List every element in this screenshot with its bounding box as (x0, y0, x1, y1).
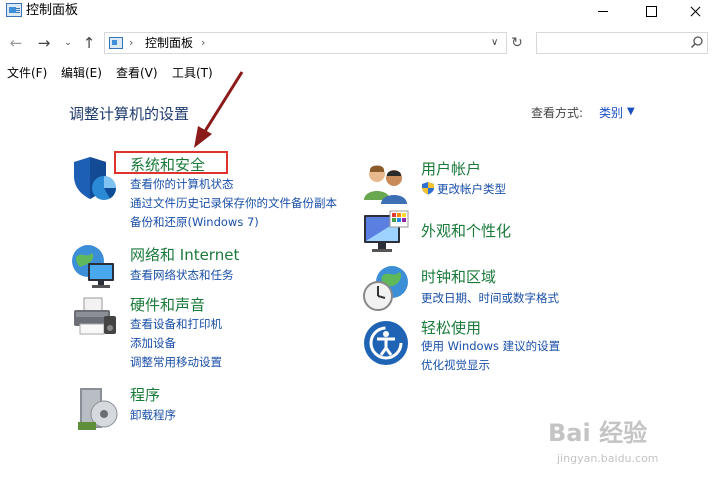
link-uninstall-program[interactable]: 卸载程序 (130, 408, 176, 423)
breadcrumb[interactable]: 控制面板 (145, 34, 193, 52)
link-change-date-time-format[interactable]: 更改日期、时间或数字格式 (421, 291, 559, 306)
refresh-icon[interactable]: ↻ (508, 32, 526, 54)
link-backup-restore[interactable]: 备份和还原(Windows 7) (130, 215, 259, 230)
title-bar: 控制面板 (0, 0, 718, 24)
category-user-accounts[interactable]: 用户帐户 (421, 159, 481, 179)
printer-icon[interactable] (70, 294, 118, 342)
users-icon[interactable] (362, 160, 410, 208)
watermark-url: jingyan.baidu.com (557, 452, 659, 465)
link-network-status[interactable]: 查看网络状态和任务 (130, 268, 234, 283)
baidu-jingyan-watermark-logo: Bai 经验 (548, 419, 648, 447)
chevron-right-icon[interactable]: › (201, 34, 205, 52)
link-mobility-settings[interactable]: 调整常用移动设置 (130, 355, 222, 370)
link-devices-printers[interactable]: 查看设备和打印机 (130, 317, 222, 332)
close-button[interactable] (672, 0, 718, 24)
chevron-right-icon[interactable]: › (129, 34, 133, 52)
menu-view[interactable]: 查看(V) (116, 64, 158, 82)
back-arrow-icon[interactable]: ← (6, 32, 26, 54)
programs-disc-icon[interactable] (74, 384, 122, 432)
window-title: 控制面板 (26, 3, 79, 18)
dropdown-arrow-icon[interactable]: ▼ (627, 104, 635, 120)
category-network-internet[interactable]: 网络和 Internet (130, 245, 239, 265)
clock-globe-icon[interactable] (362, 264, 410, 312)
shield-icon[interactable] (70, 154, 118, 202)
menu-file[interactable]: 文件(F) (7, 64, 47, 82)
annotation-arrow-icon (194, 71, 244, 148)
category-clock-region[interactable]: 时钟和区域 (421, 267, 496, 287)
up-arrow-icon[interactable]: ↑ (80, 32, 98, 54)
link-change-account-type[interactable]: 更改帐户类型 (437, 182, 506, 197)
category-programs[interactable]: 程序 (130, 385, 160, 405)
minimize-button[interactable] (580, 0, 626, 24)
link-view-computer-status[interactable]: 查看你的计算机状态 (130, 177, 234, 192)
chevron-down-icon[interactable]: ∨ (491, 34, 498, 52)
monitor-palette-icon[interactable] (362, 209, 410, 257)
recent-locations-chevron-icon[interactable]: ⌄ (62, 32, 74, 54)
highlight-box (114, 151, 228, 174)
link-file-history-backup[interactable]: 通过文件历史记录保存你的文件备份副本 (130, 196, 337, 211)
view-by-label: 查看方式: (531, 106, 584, 120)
control-panel-icon (6, 3, 22, 17)
search-icon[interactable] (690, 35, 704, 49)
category-hardware-sound[interactable]: 硬件和声音 (130, 295, 205, 315)
forward-arrow-icon[interactable]: → (34, 32, 54, 54)
menu-edit[interactable]: 编辑(E) (61, 64, 102, 82)
maximize-button[interactable] (628, 0, 674, 24)
page-title: 调整计算机的设置 (69, 105, 190, 123)
category-appearance-personalization[interactable]: 外观和个性化 (421, 221, 511, 241)
uac-shield-icon (422, 182, 434, 195)
link-add-device[interactable]: 添加设备 (130, 336, 176, 351)
view-by-dropdown[interactable]: 类别 (599, 105, 623, 121)
link-optimize-visual-display[interactable]: 优化视觉显示 (421, 358, 490, 373)
ease-of-access-icon[interactable] (362, 319, 410, 367)
search-input[interactable] (536, 32, 708, 54)
address-bar[interactable]: › 控制面板 › ∨ (104, 32, 507, 54)
control-panel-icon (109, 37, 123, 49)
category-ease-of-access[interactable]: 轻松使用 (421, 318, 481, 338)
link-windows-recommended-settings[interactable]: 使用 Windows 建议的设置 (421, 339, 560, 354)
network-globe-icon[interactable] (70, 243, 118, 291)
